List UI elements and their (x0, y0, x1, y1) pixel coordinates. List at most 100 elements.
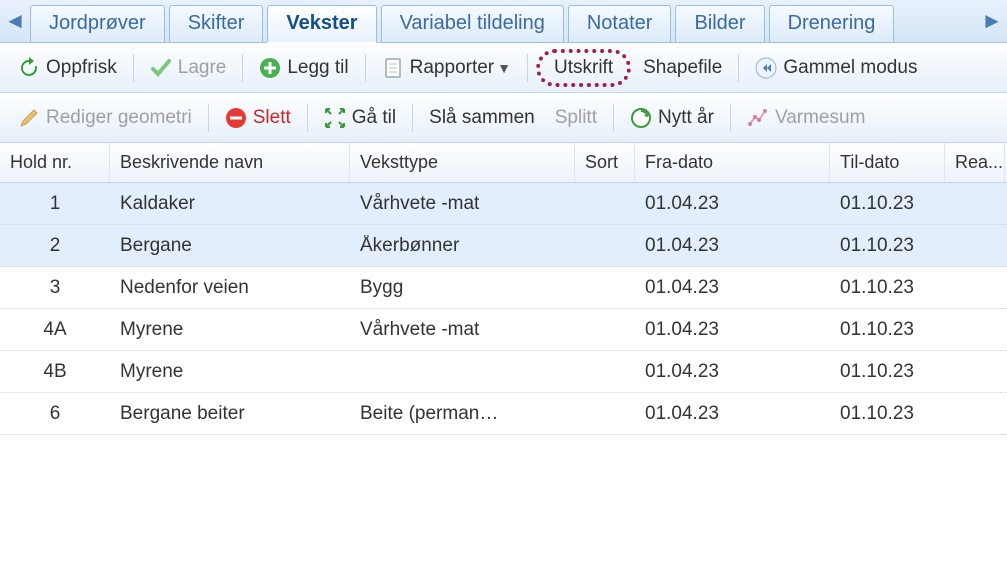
split-button[interactable]: Splitt (547, 103, 605, 133)
delete-button[interactable]: Slett (217, 103, 299, 133)
separator (242, 54, 243, 82)
tabs-next-arrow[interactable]: ► (979, 8, 1005, 34)
table-row[interactable]: 6Bergane beiterBeite (perman…01.04.2301.… (0, 393, 1007, 435)
cell-fradato: 01.04.23 (635, 193, 830, 215)
toolbar-secondary: Rediger geometri Slett Gå til Slå sammen… (0, 93, 1007, 143)
cell-navn: Bergane beiter (110, 403, 350, 425)
tab-jordprøver[interactable]: Jordprøver (30, 5, 165, 43)
cell-fradato: 01.04.23 (635, 361, 830, 383)
separator (738, 54, 739, 82)
tab-drenering[interactable]: Drenering (769, 5, 895, 43)
cell-navn: Bergane (110, 235, 350, 257)
table-row[interactable]: 3Nedenfor veienBygg01.04.2301.10.23 (0, 267, 1007, 309)
shapefile-button[interactable]: Shapefile (635, 53, 730, 83)
toolbar-main: Oppfrisk Lagre Legg til Rapporter ▼ Utsk… (0, 43, 1007, 93)
cell-holdnr: 1 (0, 193, 110, 215)
goto-button[interactable]: Gå til (316, 103, 404, 133)
separator (208, 104, 209, 132)
refresh-label: Oppfrisk (46, 57, 117, 79)
add-icon (259, 57, 281, 79)
separator (613, 104, 614, 132)
arrows-in-icon (324, 107, 346, 129)
edit-geometry-label: Rediger geometri (46, 107, 192, 129)
rewind-icon (755, 57, 777, 79)
merge-button[interactable]: Slå sammen (421, 103, 543, 133)
document-icon (382, 57, 404, 79)
separator (527, 54, 528, 82)
split-label: Splitt (555, 107, 597, 129)
reports-button[interactable]: Rapporter ▼ (374, 53, 519, 83)
col-veksttype[interactable]: Veksttype (350, 143, 575, 182)
add-label: Legg til (287, 57, 348, 79)
col-holdnr[interactable]: Hold nr. (0, 143, 110, 182)
reports-label: Rapporter (410, 57, 495, 79)
chart-icon (747, 107, 769, 129)
old-mode-button[interactable]: Gammel modus (747, 53, 925, 83)
table-row[interactable]: 2BerganeÅkerbønner01.04.2301.10.23 (0, 225, 1007, 267)
new-year-icon (630, 107, 652, 129)
heatsum-button[interactable]: Varmesum (739, 103, 873, 133)
table-row[interactable]: 4AMyreneVårhvete -mat01.04.2301.10.23 (0, 309, 1007, 351)
cell-fradato: 01.04.23 (635, 319, 830, 341)
table-body: 1KaldakerVårhvete -mat01.04.2301.10.232B… (0, 183, 1007, 435)
add-button[interactable]: Legg til (251, 53, 356, 83)
cell-fradato: 01.04.23 (635, 403, 830, 425)
pencil-icon (18, 107, 40, 129)
delete-label: Slett (253, 107, 291, 129)
merge-label: Slå sammen (429, 107, 535, 129)
print-button[interactable]: Utskrift (536, 49, 631, 87)
separator (133, 54, 134, 82)
tab-bilder[interactable]: Bilder (675, 5, 764, 43)
check-icon (150, 57, 172, 79)
col-sort[interactable]: Sort (575, 143, 635, 182)
cell-veksttype: Beite (perman… (350, 403, 575, 425)
refresh-icon (18, 57, 40, 79)
cell-veksttype: Vårhvete -mat (350, 193, 575, 215)
save-button[interactable]: Lagre (142, 53, 235, 83)
col-fradato[interactable]: Fra-dato (635, 143, 830, 182)
cell-veksttype: Bygg (350, 277, 575, 299)
cell-navn: Kaldaker (110, 193, 350, 215)
tab-bar: ◄ JordprøverSkifterVeksterVariabel tilde… (0, 0, 1007, 43)
cell-tildato: 01.10.23 (830, 235, 945, 257)
cell-holdnr: 4A (0, 319, 110, 341)
tabs-container: JordprøverSkifterVeksterVariabel tildeli… (28, 0, 979, 43)
tab-vekster[interactable]: Vekster (267, 5, 376, 43)
cell-fradato: 01.04.23 (635, 235, 830, 257)
col-navn[interactable]: Beskrivende navn (110, 143, 350, 182)
table-row[interactable]: 1KaldakerVårhvete -mat 01.04.2301.10.23 (0, 183, 1007, 225)
heatsum-label: Varmesum (775, 107, 865, 129)
separator (412, 104, 413, 132)
table-header: Hold nr. Beskrivende navn Veksttype Sort… (0, 143, 1007, 183)
cell-holdnr: 4B (0, 361, 110, 383)
old-mode-label: Gammel modus (783, 57, 917, 79)
shapefile-label: Shapefile (643, 57, 722, 79)
save-label: Lagre (178, 57, 227, 79)
cell-holdnr: 3 (0, 277, 110, 299)
tab-skifter[interactable]: Skifter (169, 5, 264, 43)
cell-tildato: 01.10.23 (830, 319, 945, 341)
refresh-button[interactable]: Oppfrisk (10, 53, 125, 83)
table-row[interactable]: 4BMyrene01.04.2301.10.23 (0, 351, 1007, 393)
cell-tildato: 01.10.23 (830, 193, 945, 215)
tabs-prev-arrow[interactable]: ◄ (2, 8, 28, 34)
print-label: Utskrift (554, 57, 613, 79)
separator (365, 54, 366, 82)
cell-navn: Nedenfor veien (110, 277, 350, 299)
col-rea[interactable]: Rea... (945, 143, 1005, 182)
cell-tildato: 01.10.23 (830, 277, 945, 299)
goto-label: Gå til (352, 107, 396, 129)
tab-notater[interactable]: Notater (568, 5, 672, 43)
col-tildato[interactable]: Til-dato (830, 143, 945, 182)
tab-variabel-tildeling[interactable]: Variabel tildeling (381, 5, 564, 43)
new-year-button[interactable]: Nytt år (622, 103, 722, 133)
chevron-down-icon: ▼ (497, 60, 511, 76)
cell-tildato: 01.10.23 (830, 361, 945, 383)
cell-navn: Myrene (110, 319, 350, 341)
separator (730, 104, 731, 132)
delete-icon (225, 107, 247, 129)
cell-holdnr: 6 (0, 403, 110, 425)
new-year-label: Nytt år (658, 107, 714, 129)
edit-geometry-button[interactable]: Rediger geometri (10, 103, 200, 133)
cell-holdnr: 2 (0, 235, 110, 257)
